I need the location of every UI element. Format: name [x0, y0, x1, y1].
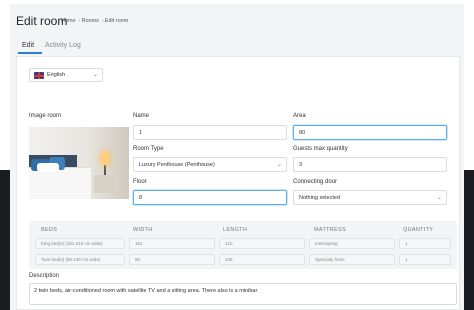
breadcrumb-separator: › — [101, 18, 104, 24]
room-type-select[interactable]: Luxury Penthouse (Penthouse) ⌄ — [133, 157, 287, 172]
bed-type-value: King bed(s) (181-210 cm wide) — [41, 241, 103, 246]
room-type-value: Luxury Penthouse (Penthouse) — [139, 162, 215, 168]
name-value: 1 — [139, 130, 143, 136]
active-tab-indicator — [18, 52, 42, 54]
language-select[interactable]: English ⌄ — [29, 68, 103, 82]
tab-edit[interactable]: Edit — [22, 42, 34, 49]
bed-length-cell[interactable]: 210 — [219, 238, 305, 249]
length-header: LENGTH — [223, 227, 248, 233]
connecting-door-label: Connecting door — [293, 179, 338, 185]
beds-header: BEDS — [41, 227, 58, 233]
bed-width-value: 181 — [135, 241, 143, 246]
page-title: Edit room — [16, 14, 68, 28]
bed-length-value: 135 — [225, 257, 233, 262]
guests-input[interactable]: 3 — [293, 157, 447, 172]
tab-activity-log[interactable]: Activity Log — [45, 42, 81, 49]
breadcrumb-current: Edit room — [104, 18, 129, 24]
bed-mattress-cell[interactable]: Specialty foam — [309, 254, 395, 265]
room-image-pillow — [37, 163, 59, 172]
guests-value: 3 — [299, 162, 303, 168]
quantity-header: QUANTITY — [403, 227, 434, 233]
image-label: Image room — [29, 113, 62, 119]
breadcrumb-separator: › — [78, 18, 81, 24]
bed-quantity-value: 1 — [405, 241, 408, 246]
edit-room-panel: Edit room Home ›Rooms ›Edit room Edit Acti… — [10, 4, 464, 310]
mattress-header: MATTRESS — [314, 227, 346, 233]
bed-length-cell[interactable]: 135 — [219, 254, 305, 265]
floor-value: 8 — [139, 195, 143, 201]
tab-bar: Edit Activity Log — [16, 38, 456, 54]
room-image-lamp — [101, 151, 109, 165]
room-image-nightstand — [94, 175, 116, 193]
floor-input[interactable]: 8 — [133, 190, 287, 205]
description-value: 2 twin beds, air-conditioned room with s… — [34, 288, 258, 294]
edit-form-card: English ⌄ Image room Name 1 Area 80 Room… — [16, 56, 460, 310]
floor-label: Floor — [133, 179, 147, 185]
room-image-lamp-stem — [104, 165, 106, 175]
bed-mattress-cell[interactable]: Innerspring — [309, 238, 395, 249]
page-header: Edit room Home ›Rooms ›Edit room — [10, 4, 464, 36]
description-label: Description — [29, 273, 60, 279]
beds-table: BEDS WIDTH LENGTH MATTRESS QUANTITY King… — [29, 221, 457, 269]
bed-type-value: Twin bed(s) (90-130 cm wide) — [41, 257, 101, 262]
chevron-down-icon: ⌄ — [276, 162, 282, 168]
room-type-label: Room Type — [133, 146, 164, 152]
connecting-door-select[interactable]: Nothing selected ⌄ — [293, 190, 447, 205]
chevron-down-icon: ⌄ — [92, 72, 98, 78]
name-input[interactable]: 1 — [133, 125, 287, 140]
bed-mattress-value: Innerspring — [315, 241, 338, 246]
bed-width-cell[interactable]: 90 — [129, 254, 215, 265]
bed-type-cell[interactable]: Twin bed(s) (90-130 cm wide) — [35, 254, 125, 265]
room-image[interactable] — [29, 127, 129, 199]
chevron-down-icon: ⌄ — [436, 195, 442, 201]
name-label: Name — [133, 113, 150, 119]
language-value: English — [47, 72, 66, 78]
bed-length-value: 210 — [225, 241, 233, 246]
description-textarea[interactable]: 2 twin beds, air-conditioned room with s… — [29, 283, 457, 305]
bed-type-cell[interactable]: King bed(s) (181-210 cm wide) — [35, 238, 125, 249]
bed-mattress-value: Specialty foam — [315, 257, 345, 262]
breadcrumb-rooms[interactable]: Rooms — [82, 18, 99, 24]
guests-label: Guests max quantity — [293, 146, 348, 152]
bed-width-cell[interactable]: 181 — [129, 238, 215, 249]
area-input[interactable]: 80 — [293, 125, 447, 140]
bed-quantity-cell[interactable]: 1 — [399, 238, 451, 249]
bed-quantity-value: 1 — [405, 257, 408, 262]
breadcrumb-home[interactable]: Home — [61, 18, 76, 24]
bed-width-value: 90 — [135, 257, 141, 262]
area-label: Area — [293, 113, 306, 119]
uk-flag-icon — [34, 72, 44, 79]
area-value: 80 — [299, 130, 306, 136]
bed-quantity-cell[interactable]: 1 — [399, 254, 451, 265]
connecting-door-value: Nothing selected — [299, 195, 340, 201]
breadcrumb: Home ›Rooms ›Edit room — [61, 18, 129, 24]
width-header: WIDTH — [133, 227, 153, 233]
